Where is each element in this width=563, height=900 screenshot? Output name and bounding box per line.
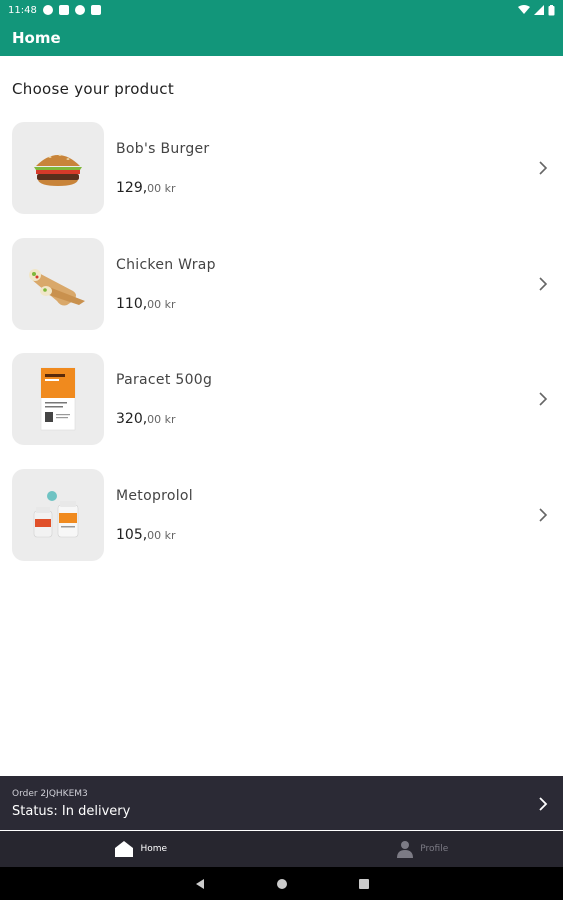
price-decimals: 00 kr (147, 413, 176, 426)
product-price: 110,00 kr (116, 293, 176, 312)
order-status: Status: In delivery (12, 804, 131, 819)
profile-icon (397, 841, 414, 858)
wrap-image (29, 268, 85, 305)
product-name: Metoprolol (116, 487, 193, 504)
price-main: 105, (116, 526, 148, 543)
price-main: 320, (116, 411, 148, 427)
product-thumbnail (12, 353, 104, 445)
product-price: 105,00 kr (116, 524, 176, 543)
chevron-right-icon (539, 276, 548, 291)
app-bar: Home (0, 20, 563, 56)
product-row[interactable]: Bob's Burger 129,00 kr (0, 120, 563, 236)
order-id: Order 2JQHKEM3 (12, 789, 88, 799)
product-thumbnail (12, 237, 104, 330)
product-price: 320,00 kr (116, 408, 176, 427)
product-name: Bob's Burger (116, 141, 210, 157)
product-row[interactable]: Chicken Wrap 110,00 kr (0, 236, 563, 352)
app-bar-title: Home (12, 29, 61, 47)
burger-image (34, 154, 82, 186)
nav-label-profile: Profile (420, 844, 449, 854)
notification-c-icon (74, 5, 85, 15)
nav-item-home[interactable]: Home (0, 831, 282, 867)
price-main: 110, (116, 295, 148, 312)
status-bar: 11:48 (0, 0, 563, 20)
price-decimals: 00 kr (147, 297, 176, 311)
product-thumbnail (12, 468, 104, 561)
signal-icon (534, 5, 544, 15)
product-price: 129,00 kr (116, 177, 176, 196)
chevron-right-icon (539, 392, 548, 406)
home-icon (115, 841, 134, 857)
section-title: Choose your product (12, 80, 175, 98)
product-thumbnail (12, 122, 104, 214)
home-circle-icon[interactable] (276, 878, 288, 890)
notification-b-icon (58, 5, 69, 15)
nav-item-profile[interactable]: Profile (282, 831, 563, 867)
product-row[interactable]: Paracet 500g 320,00 kr (0, 351, 563, 467)
bottom-nav: Home Profile (0, 831, 563, 867)
price-decimals: 00 kr (147, 528, 176, 542)
back-icon[interactable] (194, 878, 206, 890)
wifi-icon (518, 5, 530, 14)
product-list: Bob's Burger 129,00 kr Chicken Wrap 110,… (0, 120, 563, 582)
system-nav-bar (0, 867, 563, 900)
chevron-right-icon (539, 161, 548, 175)
recents-icon[interactable] (358, 878, 370, 890)
battery-icon (548, 4, 555, 15)
product-name: Chicken Wrap (116, 256, 216, 273)
notification-a-icon (42, 5, 53, 15)
chevron-right-icon (539, 507, 548, 522)
order-status-bar[interactable]: Order 2JQHKEM3 Status: In delivery (0, 776, 563, 830)
price-main: 129, (116, 180, 148, 196)
chevron-right-icon (539, 797, 548, 811)
sd-card-icon (90, 5, 101, 15)
paracet-box-image (40, 367, 76, 431)
product-name: Paracet 500g (116, 372, 213, 388)
nav-label-home: Home (140, 844, 168, 854)
price-decimals: 00 kr (147, 182, 176, 195)
pill-bottles-image (33, 490, 79, 537)
status-time: 11:48 (8, 4, 37, 16)
product-row[interactable]: Metoprolol 105,00 kr (0, 467, 563, 583)
